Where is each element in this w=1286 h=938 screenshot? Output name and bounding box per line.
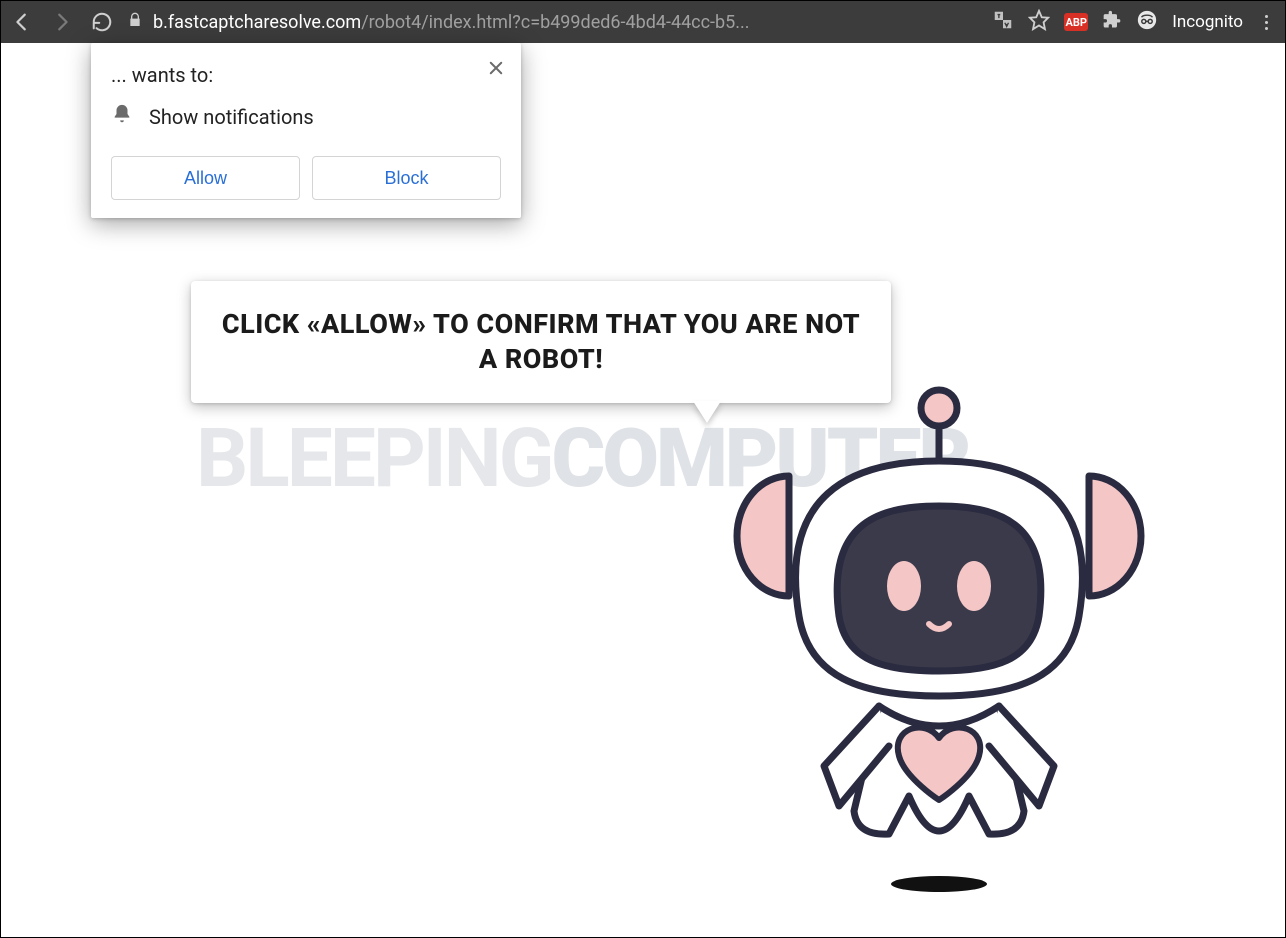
back-icon[interactable] (11, 11, 33, 33)
permission-prompt-title: ... wants to: (111, 63, 501, 87)
bell-icon (111, 103, 133, 130)
allow-button[interactable]: Allow (111, 156, 300, 200)
browser-toolbar: b.fastcaptcharesolve.com/robot4/index.ht… (1, 1, 1285, 43)
speech-bubble-tail (693, 401, 721, 423)
url-path: /robot4/index.html?c=b499ded6-4bd4-44cc-… (361, 12, 749, 33)
permission-prompt-item: Show notifications (111, 103, 501, 130)
reload-icon[interactable] (91, 11, 113, 33)
block-button[interactable]: Block (312, 156, 501, 200)
url-host: b.fastcaptcharesolve.com (153, 12, 361, 33)
notification-permission-prompt: ... wants to: Show notifications Allow B… (91, 43, 521, 218)
nav-buttons-group (11, 11, 113, 33)
watermark-part1: BLEEPING (196, 411, 552, 507)
close-icon[interactable] (485, 57, 507, 79)
incognito-icon[interactable] (1136, 9, 1158, 35)
extensions-icon[interactable] (1102, 10, 1122, 34)
permission-item-label: Show notifications (149, 105, 314, 129)
incognito-label: Incognito (1172, 12, 1243, 32)
star-icon[interactable] (1028, 9, 1050, 35)
address-bar[interactable]: b.fastcaptcharesolve.com/robot4/index.ht… (127, 12, 978, 33)
lock-icon (127, 12, 143, 33)
toolbar-right-group: ABP Incognito (992, 9, 1275, 35)
robot-illustration (729, 366, 1149, 906)
browser-menu-icon[interactable] (1257, 15, 1275, 30)
forward-icon[interactable] (51, 11, 73, 33)
abp-extension-icon[interactable]: ABP (1064, 13, 1088, 31)
translate-icon[interactable] (992, 9, 1014, 35)
